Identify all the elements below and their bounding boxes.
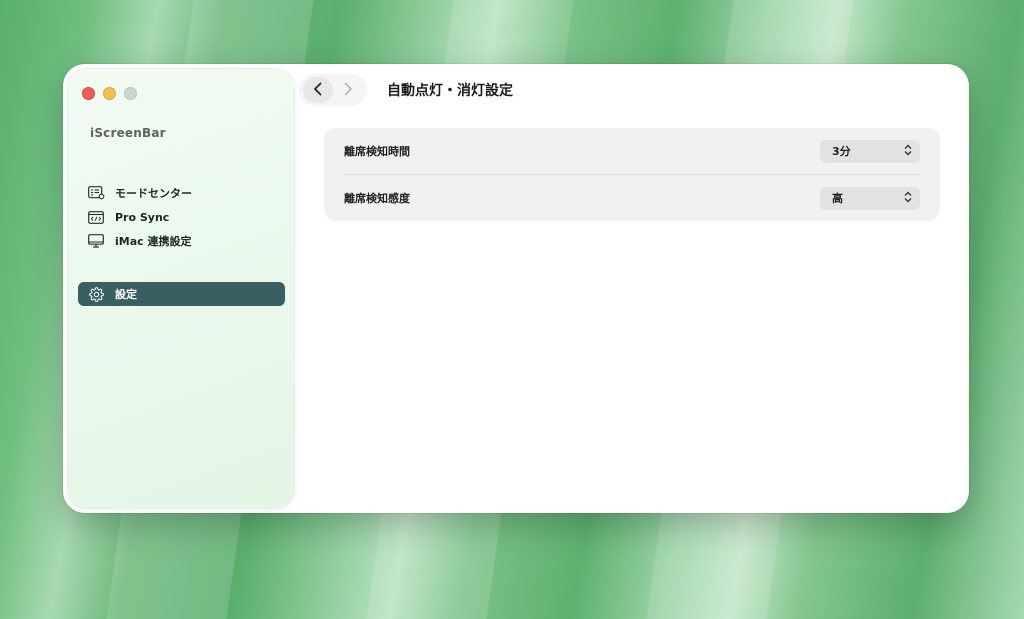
sidebar-item-imac-link[interactable]: iMac 連携設定 [78, 229, 285, 253]
setting-row-away-detection-time: 離席検知時間 3分 [324, 128, 940, 174]
select-value: 3分 [832, 145, 851, 158]
app-window: iScreenBar モードセンター Pro Sync iMac 連携設定 設定… [63, 64, 969, 513]
back-button[interactable] [303, 77, 333, 103]
sidebar-item-mode-center[interactable]: モードセンター [78, 181, 285, 205]
code-window-icon [87, 210, 105, 224]
updown-chevron-icon [904, 191, 912, 206]
sidebar-item-label: iMac 連携設定 [115, 235, 192, 248]
mode-center-icon [87, 186, 105, 200]
sidebar-item-label: Pro Sync [115, 210, 170, 224]
sidebar-nav: モードセンター Pro Sync iMac 連携設定 設定 [78, 181, 285, 306]
gear-icon [87, 286, 105, 302]
chevron-right-icon [343, 81, 353, 100]
chevron-left-icon [313, 81, 323, 100]
sidebar: iScreenBar モードセンター Pro Sync iMac 連携設定 設定 [68, 69, 294, 508]
select-value: 高 [832, 192, 843, 205]
setting-label: 離席検知感度 [344, 192, 410, 205]
sidebar-item-pro-sync[interactable]: Pro Sync [78, 205, 285, 229]
toolbar: 自動点灯・消灯設定 [299, 74, 513, 106]
sidebar-item-label: 設定 [115, 288, 137, 301]
settings-panel: 離席検知時間 3分 離席検知感度 高 [324, 128, 940, 221]
minimize-button[interactable] [103, 87, 116, 100]
close-button[interactable] [82, 87, 95, 100]
main-content: 自動点灯・消灯設定 離席検知時間 3分 離席検知感度 高 [299, 64, 969, 513]
setting-label: 離席検知時間 [344, 145, 410, 158]
app-name: iScreenBar [90, 126, 166, 140]
sidebar-item-settings[interactable]: 設定 [78, 282, 285, 306]
setting-row-away-detection-sensitivity: 離席検知感度 高 [324, 175, 940, 221]
forward-button[interactable] [333, 77, 363, 103]
navigation-buttons [299, 74, 367, 106]
updown-chevron-icon [904, 144, 912, 159]
sidebar-item-label: モードセンター [115, 187, 192, 200]
monitor-icon [87, 234, 105, 248]
window-controls [82, 87, 137, 100]
page-title: 自動点灯・消灯設定 [387, 83, 513, 99]
zoom-button[interactable] [124, 87, 137, 100]
away-detection-sensitivity-select[interactable]: 高 [820, 186, 920, 210]
away-detection-time-select[interactable]: 3分 [820, 139, 920, 163]
